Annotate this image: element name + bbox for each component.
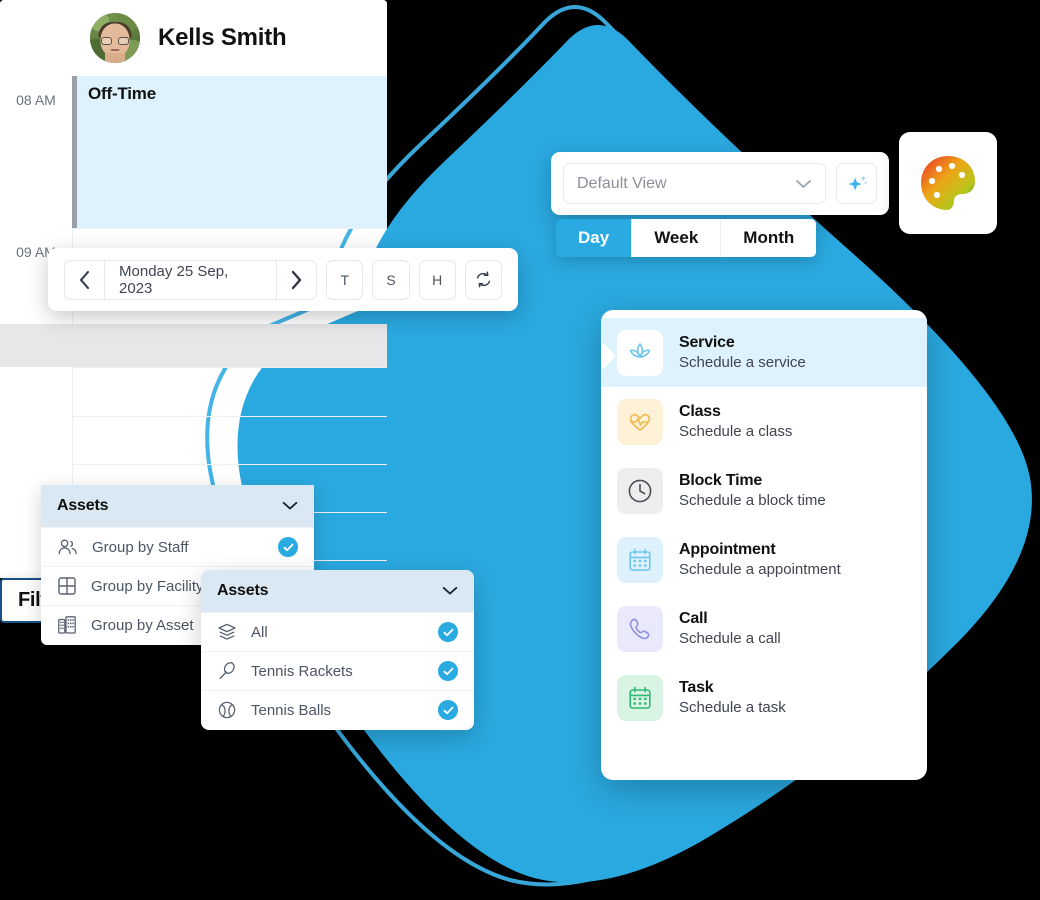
next-day-button[interactable] <box>277 261 316 299</box>
menu-item-title: Appointment <box>679 540 776 558</box>
prev-day-button[interactable] <box>65 261 104 299</box>
tennis-racket-icon <box>217 661 237 681</box>
avatar <box>90 13 140 63</box>
grid-row-divider <box>72 416 387 417</box>
menu-item-block-time[interactable]: Block Time Schedule a block time <box>601 456 927 525</box>
check-icon[interactable] <box>278 537 298 557</box>
schedule-type-menu: Service Schedule a service Class Schedul… <box>601 310 927 780</box>
screenshot-stage: Kells Smith Off-Time 08 AM 09 AM Monday <box>0 0 1040 900</box>
menu-item-class[interactable]: Class Schedule a class <box>601 387 927 456</box>
calendar-event-offtime[interactable]: Off-Time <box>72 76 387 228</box>
lotus-flower-icon <box>617 329 663 376</box>
clock-icon <box>617 467 663 514</box>
menu-item-subtitle: Schedule a task <box>679 698 786 716</box>
option-group-by-staff[interactable]: Group by Staff <box>41 527 314 566</box>
color-palette-icon <box>918 153 978 213</box>
building-icon <box>57 615 77 635</box>
grid-gray-band <box>0 324 387 367</box>
view-selector-bar: Default View <box>551 152 889 215</box>
menu-item-title: Call <box>679 609 708 627</box>
menu-item-service[interactable]: Service Schedule a service <box>601 318 927 387</box>
menu-item-title: Block Time <box>679 471 763 489</box>
time-label-08am: 08 AM <box>16 92 56 108</box>
menu-item-call[interactable]: Call Schedule a call <box>601 594 927 663</box>
grid-icon <box>57 576 77 596</box>
grid-row-divider <box>72 464 387 465</box>
holiday-button[interactable]: H <box>418 259 456 300</box>
view-mode-segmented-control: Day Week Month <box>556 219 817 257</box>
check-icon[interactable] <box>438 622 458 642</box>
menu-item-subtitle: Schedule a appointment <box>679 560 841 578</box>
tennis-ball-icon <box>217 700 237 720</box>
tab-month[interactable]: Month <box>720 219 817 257</box>
phone-icon <box>617 605 663 652</box>
menu-item-title: Service <box>679 333 735 351</box>
menu-item-subtitle: Schedule a service <box>679 353 806 371</box>
current-date-label: Monday 25 Sep, 2023 <box>104 260 278 299</box>
check-icon[interactable] <box>438 661 458 681</box>
refresh-icon[interactable] <box>464 259 503 300</box>
heartbeat-icon <box>617 398 663 445</box>
tab-day[interactable]: Day <box>556 219 632 257</box>
option-label: Tennis Balls <box>251 701 332 719</box>
option-label: Group by Staff <box>92 538 189 556</box>
assets-panel-title: Assets <box>217 582 269 599</box>
chevron-down-icon <box>282 501 298 510</box>
chevron-down-icon <box>796 179 811 188</box>
menu-item-appointment[interactable]: Appointment Schedule a appointment <box>601 525 927 594</box>
group-panel-title: Assets <box>57 497 109 514</box>
theme-palette-button[interactable] <box>899 132 997 234</box>
date-stepper: Monday 25 Sep, 2023 <box>64 259 318 300</box>
shift-button[interactable]: S <box>372 259 410 300</box>
menu-item-subtitle: Schedule a class <box>679 422 793 440</box>
event-title: Off-Time <box>88 84 156 103</box>
calendar-check-icon <box>617 674 663 721</box>
menu-item-subtitle: Schedule a call <box>679 629 781 647</box>
menu-item-title: Class <box>679 402 721 420</box>
check-icon[interactable] <box>438 700 458 720</box>
option-tennis-rackets[interactable]: Tennis Rackets <box>201 651 474 690</box>
date-navigation-bar: Monday 25 Sep, 2023 T S H <box>48 248 518 311</box>
assets-panel-header[interactable]: Assets <box>201 570 474 612</box>
default-view-select[interactable]: Default View <box>563 163 826 204</box>
menu-item-title: Task <box>679 678 714 696</box>
sparkle-star-icon[interactable] <box>836 163 877 204</box>
assets-filter-panel: Assets All Tennis Rackets Tennis Balls <box>201 570 474 730</box>
today-button[interactable]: T <box>326 259 364 300</box>
users-icon <box>57 538 78 556</box>
layers-icon <box>217 622 237 642</box>
tab-week[interactable]: Week <box>631 219 721 257</box>
grid-row-divider <box>72 367 387 368</box>
calendar-icon <box>617 536 663 583</box>
option-tennis-balls[interactable]: Tennis Balls <box>201 690 474 729</box>
default-view-value: Default View <box>577 174 667 192</box>
option-label: Tennis Rackets <box>251 662 353 680</box>
menu-item-task[interactable]: Task Schedule a task <box>601 663 927 732</box>
group-panel-header[interactable]: Assets <box>41 485 314 527</box>
option-all-assets[interactable]: All <box>201 612 474 651</box>
menu-item-subtitle: Schedule a block time <box>679 491 826 509</box>
option-label: All <box>251 623 268 641</box>
chevron-down-icon <box>442 586 458 595</box>
grid-row-divider <box>72 228 387 229</box>
